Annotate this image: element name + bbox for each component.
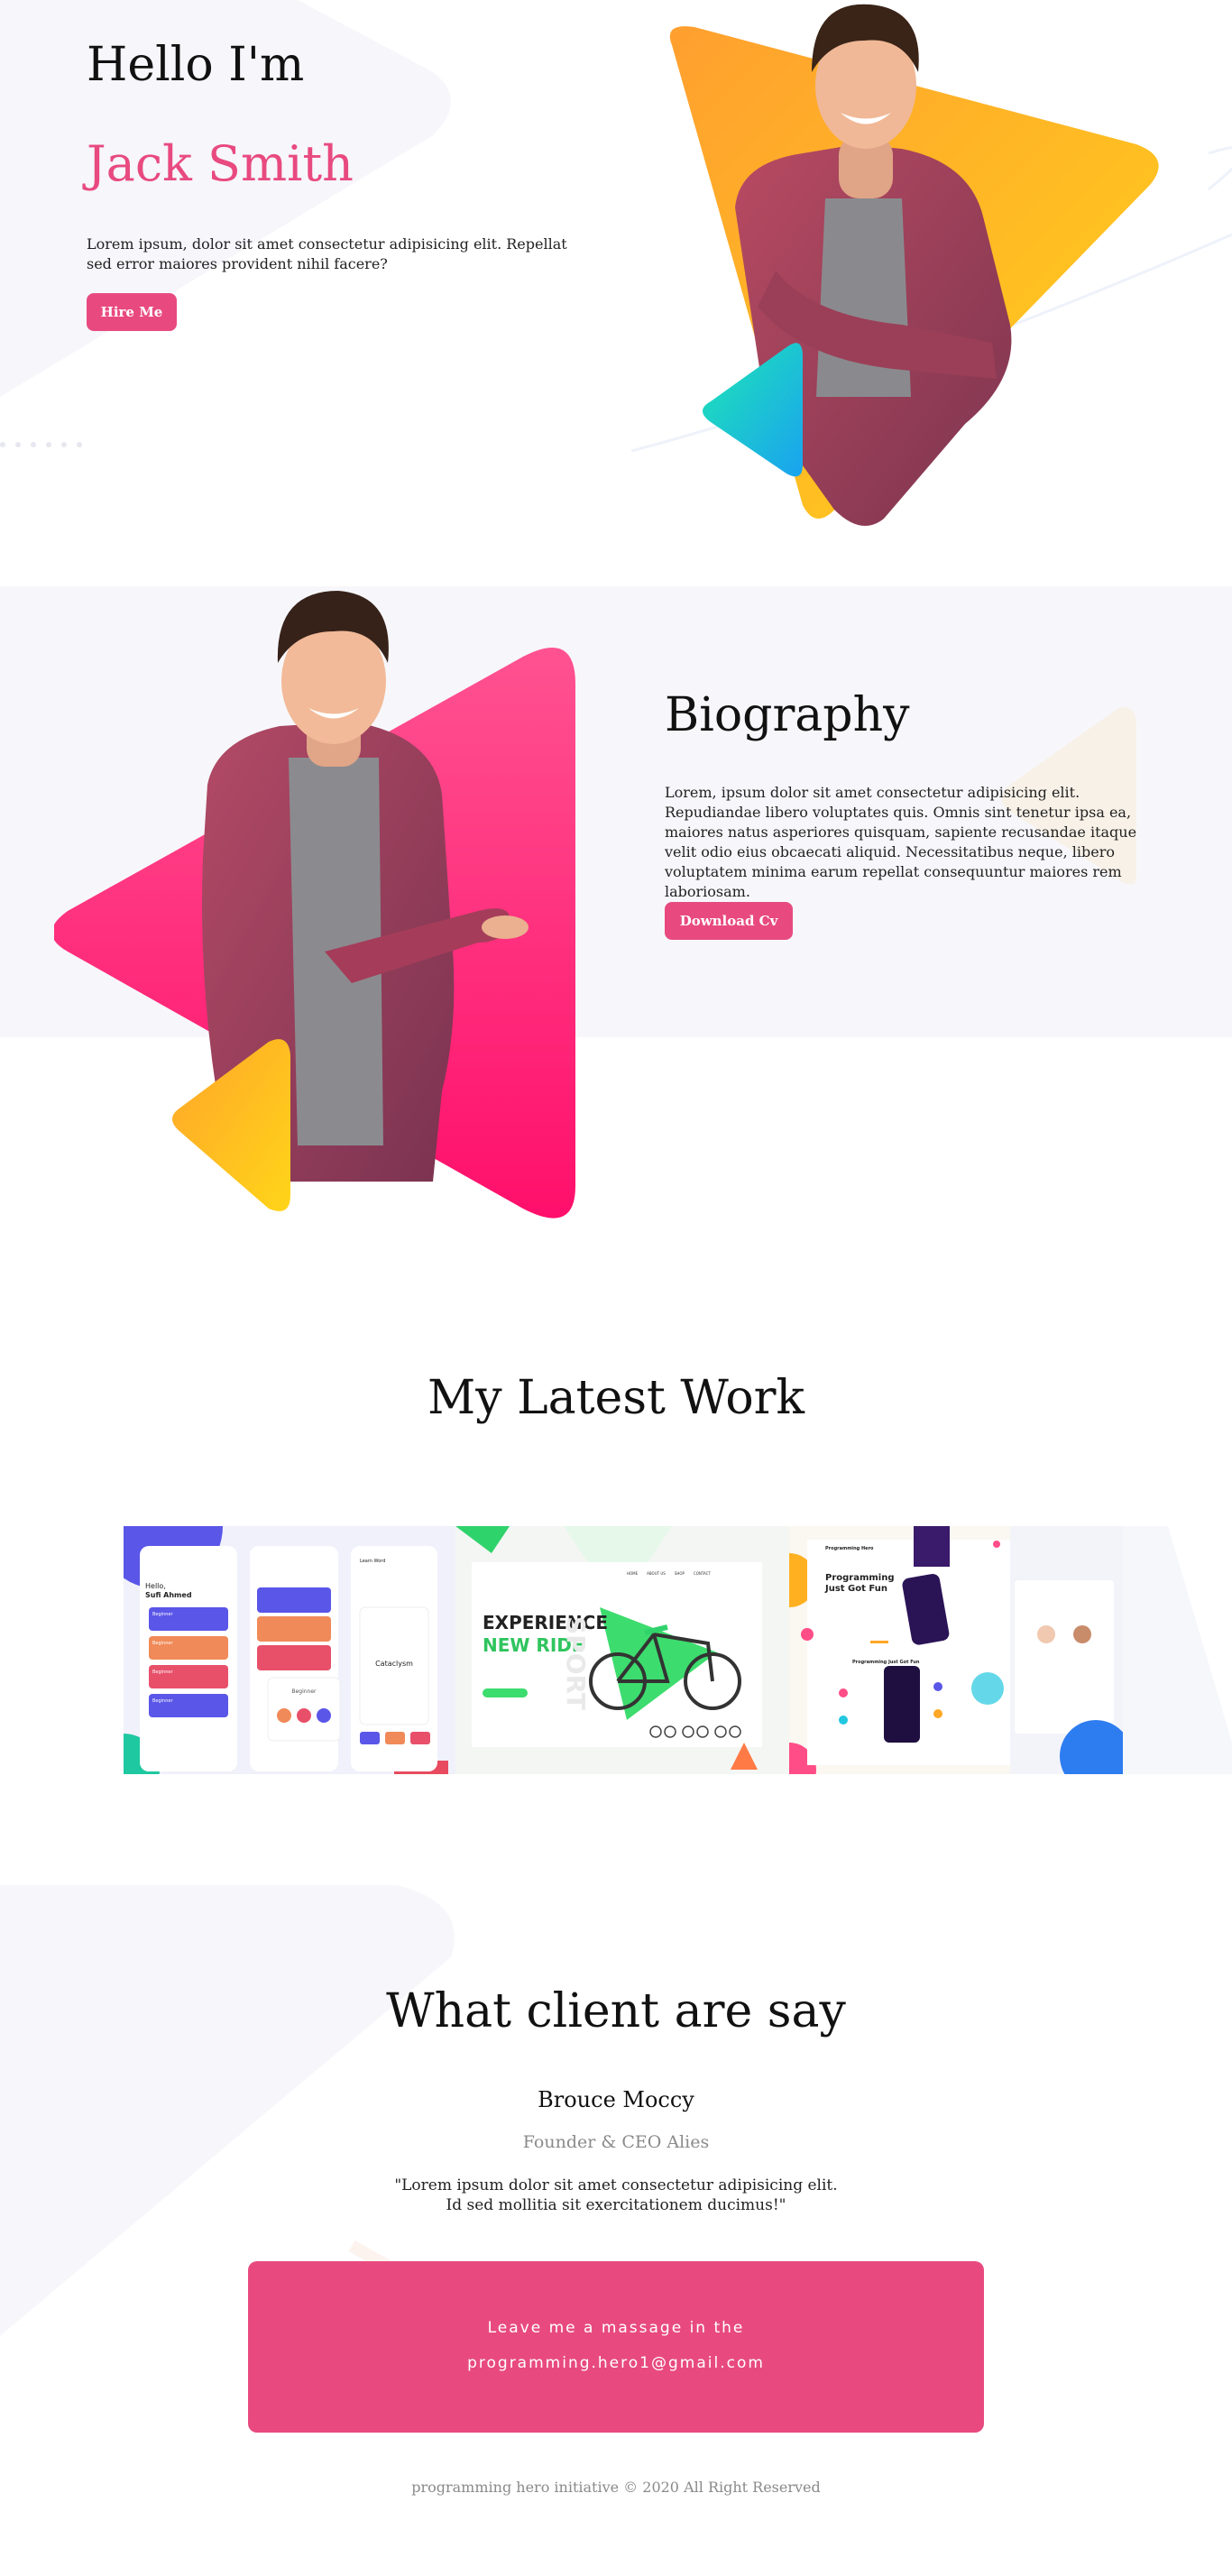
mobile-word: Cataclysm xyxy=(375,1660,413,1668)
hero-name: Jack Smith xyxy=(87,135,354,192)
dot-pattern xyxy=(0,442,82,447)
client-name: Brouce Moccy xyxy=(538,2087,694,2112)
mobile-item-4: Beginner xyxy=(152,1698,173,1704)
bike-nav-home: HOME xyxy=(627,1571,639,1576)
programming-hero-preview xyxy=(789,1526,1123,1774)
partial-preview xyxy=(1168,1526,1232,1743)
hero-section: Hello I'm Jack Smith Lorem ipsum, dolor … xyxy=(0,0,1232,586)
footer-text: programming hero initiative © 2020 All R… xyxy=(411,2479,821,2496)
contact-message: Leave me a massage in the xyxy=(487,2319,745,2337)
work-card-programming-hero[interactable]: Programming Hero Programming Just Got Fu… xyxy=(789,1526,1123,1774)
bike-nav-about: ABOUT US xyxy=(647,1571,666,1576)
ph-section-title: Programming Just Got Fun xyxy=(852,1660,920,1665)
mobile-app-preview xyxy=(124,1526,448,1774)
mobile-user-name: Sufi Ahmed xyxy=(145,1591,192,1599)
client-quote: "Lorem ipsum dolor sit amet consectetur … xyxy=(394,2176,838,2214)
mobile-level: Beginner xyxy=(291,1688,317,1695)
work-card-partial[interactable] xyxy=(1123,1526,1232,1774)
work-card-bicycle-site[interactable]: HOME ABOUT US SHOP CONTACT EXPERIENCE NE… xyxy=(455,1526,789,1774)
mobile-item-3: Beginner xyxy=(152,1670,173,1675)
contact-email-link[interactable]: programming.hero1@gmail.com xyxy=(248,2354,984,2372)
biography-text: Lorem, ipsum dolor sit amet consectetur … xyxy=(665,784,1137,900)
hire-me-button[interactable]: Hire Me xyxy=(87,293,177,331)
biography-title: Biography xyxy=(665,688,910,742)
mobile-item-2: Beginner xyxy=(152,1641,173,1646)
hero-description: Lorem ipsum, dolor sit amet consectetur … xyxy=(87,235,567,272)
bike-nav-shop: SHOP xyxy=(674,1571,685,1576)
contact-box: Leave me a massage in the programming.he… xyxy=(248,2261,984,2433)
work-carousel[interactable]: Hello, Sufi Ahmed Beginner Beginner Begi… xyxy=(124,1526,1232,1774)
bike-nav-contact: CONTACT xyxy=(693,1571,711,1576)
mobile-greeting: Hello, xyxy=(145,1582,166,1590)
biography-portrait-artwork xyxy=(54,591,575,1219)
testimonial-title: What client are say xyxy=(386,1984,846,2038)
ph-headline: Programming Just Got Fun xyxy=(825,1573,895,1594)
ph-brand: Programming Hero xyxy=(825,1546,874,1551)
work-title: My Latest Work xyxy=(427,1371,805,1425)
mobile-item-1: Beginner xyxy=(152,1612,173,1617)
work-card-mobile-app[interactable]: Hello, Sufi Ahmed Beginner Beginner Begi… xyxy=(124,1526,455,1774)
download-cv-button[interactable]: Download Cv xyxy=(665,902,793,940)
bike-nav: HOME ABOUT US SHOP CONTACT xyxy=(627,1571,711,1576)
bike-side-text: SPORT xyxy=(561,1616,591,1710)
hero-greeting: Hello I'm xyxy=(87,38,305,92)
client-role: Founder & CEO Alies xyxy=(522,2132,710,2152)
hero-portrait-artwork xyxy=(631,4,1232,526)
mobile-screen-title: Learn Word xyxy=(360,1559,386,1564)
